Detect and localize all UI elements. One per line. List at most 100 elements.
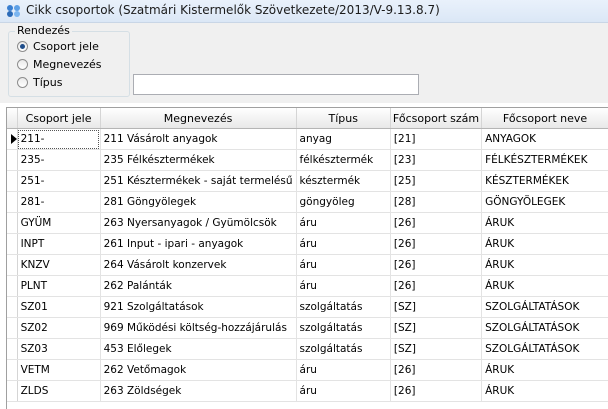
cell-type[interactable]: anyag — [296, 128, 391, 150]
cell-code[interactable]: INPT — [17, 233, 101, 255]
radio-checked-icon[interactable] — [17, 41, 28, 52]
table-row[interactable]: ZLDS 263 Zöldségek áru [26] ÁRUK — [7, 380, 608, 402]
cell-name[interactable]: 921 Szolgáltatások — [100, 296, 297, 318]
cell-main-group-number[interactable]: [21] — [390, 128, 483, 150]
row-selector[interactable] — [7, 149, 18, 171]
cell-main-group-number[interactable]: [23] — [390, 149, 483, 171]
cell-type[interactable]: áru — [296, 275, 391, 297]
column-header-main-group-name[interactable]: Főcsoport neve — [481, 108, 608, 129]
cell-type[interactable]: áru — [296, 359, 391, 381]
cell-main-group-name[interactable]: ÁRUK — [481, 212, 608, 234]
row-selector[interactable] — [7, 317, 18, 339]
sort-option-name[interactable]: Megnevezés — [17, 57, 102, 72]
cell-main-group-name[interactable]: SZOLGÁLTATÁSOK — [481, 338, 608, 360]
table-row[interactable]: 211- 211 Vásárolt anyagok anyag [21] ANYAGOK — [7, 128, 608, 150]
cell-name[interactable]: 453 Előlegek — [100, 338, 297, 360]
cell-type[interactable]: göngyöleg — [296, 191, 391, 213]
cell-code[interactable]: VETM — [17, 359, 101, 381]
cell-name[interactable]: 264 Vásárolt konzervek — [100, 254, 297, 276]
sort-option-code[interactable]: Csoport jele — [17, 39, 99, 54]
cell-type[interactable]: áru — [296, 380, 391, 402]
cell-main-group-number[interactable]: [SZ] — [390, 317, 483, 339]
cell-name[interactable]: 263 Nyersanyagok / Gyümölcsök — [100, 212, 297, 234]
cell-main-group-number[interactable]: [26] — [390, 254, 483, 276]
radio-unchecked-icon[interactable] — [17, 77, 28, 88]
cell-code[interactable]: KNZV — [17, 254, 101, 276]
cell-type[interactable]: szolgáltatás — [296, 338, 391, 360]
cell-name[interactable]: 251 Késztermékek - saját termelésű — [100, 170, 297, 192]
cell-name[interactable]: 235 Félkésztermékek — [100, 149, 297, 171]
column-header-code[interactable]: Csoport jele — [17, 108, 101, 129]
row-selector[interactable] — [7, 233, 18, 255]
table-row[interactable]: 281- 281 Göngyölegek göngyöleg [28] GÖNGYÖLE… — [7, 191, 608, 213]
cell-name[interactable]: 262 Palánták — [100, 275, 297, 297]
cell-main-group-name[interactable]: KÉSZTERMÉKEK — [481, 170, 608, 192]
row-selector[interactable] — [7, 128, 18, 150]
row-selector[interactable] — [7, 296, 18, 318]
cell-name[interactable]: 262 Vetőmagok — [100, 359, 297, 381]
cell-main-group-name[interactable]: ÁRUK — [481, 254, 608, 276]
cell-code[interactable]: SZ03 — [17, 338, 101, 360]
cell-main-group-name[interactable]: SZOLGÁLTATÁSOK — [481, 296, 608, 318]
column-header-name[interactable]: Megnevezés — [100, 108, 297, 129]
cell-type[interactable]: szolgáltatás — [296, 317, 391, 339]
cell-code[interactable]: SZ01 — [17, 296, 101, 318]
row-selector[interactable] — [7, 338, 18, 360]
cell-code[interactable]: 211- — [17, 128, 101, 150]
row-selector[interactable] — [7, 191, 18, 213]
table-row[interactable]: SZ02 969 Működési költség-hozzájárulás szo… — [7, 317, 608, 339]
cell-main-group-number[interactable]: [26] — [390, 275, 483, 297]
row-selector[interactable] — [7, 212, 18, 234]
sort-option-type[interactable]: Típus — [17, 75, 62, 90]
cell-type[interactable]: szolgáltatás — [296, 296, 391, 318]
cell-type[interactable]: áru — [296, 233, 391, 255]
cell-code[interactable]: SZ02 — [17, 317, 101, 339]
cell-code[interactable]: 251- — [17, 170, 101, 192]
cell-main-group-name[interactable]: SZOLGÁLTATÁSOK — [481, 317, 608, 339]
cell-name[interactable]: 281 Göngyölegek — [100, 191, 297, 213]
cell-main-group-name[interactable]: ÁRUK — [481, 275, 608, 297]
cell-code[interactable]: PLNT — [17, 275, 101, 297]
row-selector[interactable] — [7, 275, 18, 297]
cell-main-group-number[interactable]: [25] — [390, 170, 483, 192]
column-header-main-group-number[interactable]: Főcsoport szám — [390, 108, 483, 129]
groups-table[interactable]: Csoport jele Megnevezés Típus Főcsoport … — [6, 107, 608, 409]
table-row[interactable]: SZ01 921 Szolgáltatások szolgáltatás [SZ] SZ… — [7, 296, 608, 318]
table-row[interactable]: 251- 251 Késztermékek - saját termelésű ké… — [7, 170, 608, 192]
table-row[interactable]: 235- 235 Félkésztermékek félkésztermék [23]… — [7, 149, 608, 171]
table-row[interactable]: INPT 261 Input - ipari - anyagok áru [26] ÁR… — [7, 233, 608, 255]
table-row[interactable]: KNZV 264 Vásárolt konzervek áru [26] ÁRUK — [7, 254, 608, 276]
cell-name[interactable]: 263 Zöldségek — [100, 380, 297, 402]
cell-code[interactable]: 235- — [17, 149, 101, 171]
cell-type[interactable]: félkésztermék — [296, 149, 391, 171]
cell-main-group-number[interactable]: [26] — [390, 380, 483, 402]
row-selector[interactable] — [7, 254, 18, 276]
cell-code[interactable]: GYÜM — [17, 212, 101, 234]
cell-type[interactable]: áru — [296, 254, 391, 276]
radio-unchecked-icon[interactable] — [17, 59, 28, 70]
cell-main-group-name[interactable]: FÉLKÉSZTERMÉKEK — [481, 149, 608, 171]
cell-name[interactable]: 261 Input - ipari - anyagok — [100, 233, 297, 255]
column-header-type[interactable]: Típus — [296, 108, 391, 129]
cell-code[interactable]: ZLDS — [17, 380, 101, 402]
search-input[interactable] — [133, 74, 419, 95]
row-selector[interactable] — [7, 170, 18, 192]
cell-main-group-number[interactable]: [28] — [390, 191, 483, 213]
cell-main-group-name[interactable]: ÁRUK — [481, 380, 608, 402]
cell-main-group-name[interactable]: GÖNGYÖLEGEK — [481, 191, 608, 213]
row-selector-header[interactable] — [7, 108, 18, 129]
cell-main-group-number[interactable]: [26] — [390, 233, 483, 255]
table-row[interactable]: SZ03 453 Előlegek szolgáltatás [SZ] SZOLGÁLT… — [7, 338, 608, 360]
cell-main-group-name[interactable]: ÁRUK — [481, 359, 608, 381]
cell-type[interactable]: áru — [296, 212, 391, 234]
cell-name[interactable]: 211 Vásárolt anyagok — [100, 128, 297, 150]
cell-main-group-number[interactable]: [SZ] — [390, 338, 483, 360]
cell-main-group-number[interactable]: [26] — [390, 359, 483, 381]
table-row[interactable]: GYÜM 263 Nyersanyagok / Gyümölcsök áru [26]… — [7, 212, 608, 234]
cell-type[interactable]: késztermék — [296, 170, 391, 192]
row-selector[interactable] — [7, 380, 18, 402]
table-row[interactable]: PLNT 262 Palánták áru [26] ÁRUK — [7, 275, 608, 297]
cell-main-group-name[interactable]: ÁRUK — [481, 233, 608, 255]
title-bar[interactable]: Cikk csoportok (Szatmári Kistermelők Szö… — [0, 0, 608, 23]
row-selector[interactable] — [7, 359, 18, 381]
